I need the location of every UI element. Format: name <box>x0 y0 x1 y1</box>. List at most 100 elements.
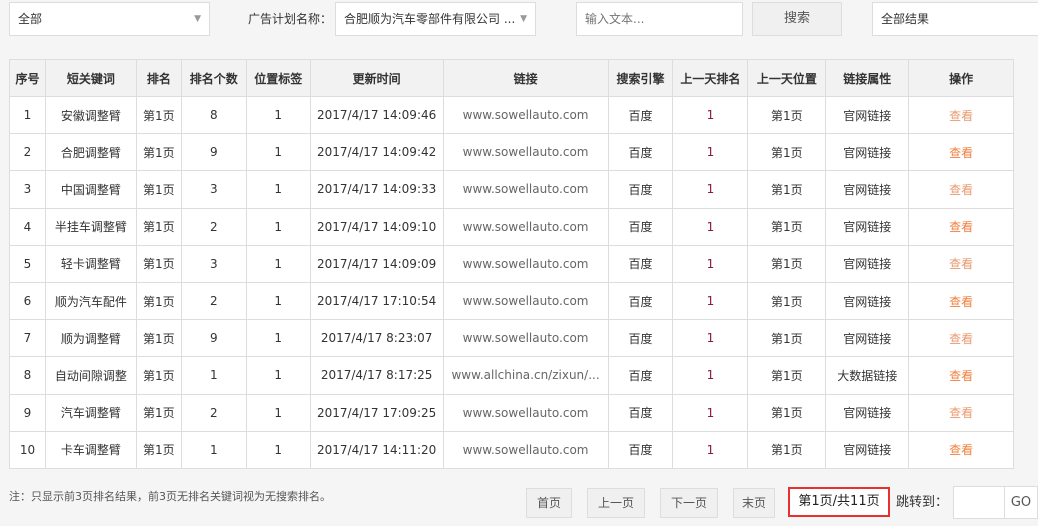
cell-position-tag: 1 <box>245 356 311 395</box>
cell-action[interactable]: 查看 <box>908 244 1014 283</box>
cell-action[interactable]: 查看 <box>908 170 1014 209</box>
cell-prev-day-position: 第1页 <box>747 430 827 469</box>
cell-search-engine: 百度 <box>607 133 674 172</box>
cell-position-tag: 1 <box>245 133 311 172</box>
cell-link: www.sowellauto.com <box>442 170 609 209</box>
cell-rank: 第1页 <box>135 393 182 432</box>
cell-search-engine: 百度 <box>607 319 674 358</box>
cell-prev-day-rank: 1 <box>672 319 749 358</box>
cell-action[interactable]: 查看 <box>908 430 1014 469</box>
jump-page-input[interactable] <box>953 486 1005 519</box>
cell-update-time: 2017/4/17 14:09:09 <box>309 244 444 283</box>
cell-prev-day-rank: 1 <box>672 244 749 283</box>
cell-rank-count: 1 <box>180 356 247 395</box>
cell-action[interactable]: 查看 <box>908 281 1014 321</box>
cell-keyword: 轻卡调整臂 <box>44 244 137 283</box>
cell-prev-day-position: 第1页 <box>747 207 827 246</box>
cell-position-tag: 1 <box>245 281 311 321</box>
cell-link: www.sowellauto.com <box>442 95 609 135</box>
cell-prev-day-rank: 1 <box>672 281 749 321</box>
cell-prev-day-rank: 1 <box>672 430 749 469</box>
cell-rank: 第1页 <box>135 170 182 209</box>
prev-page-button[interactable]: 上一页 <box>587 488 645 518</box>
cell-position-tag: 1 <box>245 95 311 135</box>
cell-update-time: 2017/4/17 14:09:46 <box>309 95 444 135</box>
cell-rank: 第1页 <box>135 281 182 321</box>
cell-rank: 第1页 <box>135 356 182 395</box>
cell-prev-day-position: 第1页 <box>747 319 827 358</box>
header-search-engine: 搜索引擎 <box>607 59 674 97</box>
cell-index: 6 <box>9 281 46 321</box>
cell-action[interactable]: 查看 <box>908 133 1014 172</box>
cell-rank-count: 9 <box>180 133 247 172</box>
cell-rank-count: 2 <box>180 281 247 321</box>
cell-index: 9 <box>9 393 46 432</box>
cell-action[interactable]: 查看 <box>908 207 1014 246</box>
header-link: 链接 <box>442 59 609 97</box>
cell-keyword: 自动间隙调整 <box>44 356 137 395</box>
cell-prev-day-position: 第1页 <box>747 244 827 283</box>
header-prev-day-rank: 上一天排名 <box>672 59 749 97</box>
cell-index: 7 <box>9 319 46 358</box>
cell-rank-count: 8 <box>180 95 247 135</box>
cell-rank: 第1页 <box>135 133 182 172</box>
next-page-button[interactable]: 下一页 <box>660 488 718 518</box>
cell-keyword: 顺为汽车配件 <box>44 281 137 321</box>
cell-update-time: 2017/4/17 17:09:25 <box>309 393 444 432</box>
cell-link: www.sowellauto.com <box>442 430 609 469</box>
header-update-time: 更新时间 <box>309 59 444 97</box>
cell-action[interactable]: 查看 <box>908 393 1014 432</box>
cell-keyword: 半挂车调整臂 <box>44 207 137 246</box>
table-row: 8 自动间隙调整 第1页 1 1 2017/4/17 8:17:25 www.allchin… <box>9 356 1014 395</box>
first-page-button[interactable]: 首页 <box>526 488 572 518</box>
cell-rank: 第1页 <box>135 207 182 246</box>
cell-rank-count: 2 <box>180 207 247 246</box>
cell-position-tag: 1 <box>245 430 311 469</box>
search-button[interactable]: 搜索 <box>752 2 842 36</box>
header-index: 序号 <box>9 59 46 97</box>
cell-update-time: 2017/4/17 17:10:54 <box>309 281 444 321</box>
cell-link: www.sowellauto.com <box>442 133 609 172</box>
cell-prev-day-rank: 1 <box>672 356 749 395</box>
table-row: 10 卡车调整臂 第1页 1 1 2017/4/17 14:11:20 www.sowell… <box>9 430 1014 469</box>
cell-prev-day-rank: 1 <box>672 207 749 246</box>
cell-keyword: 中国调整臂 <box>44 170 137 209</box>
cell-index: 1 <box>9 95 46 135</box>
cell-prev-day-position: 第1页 <box>747 95 827 135</box>
cell-link: www.sowellauto.com <box>442 393 609 432</box>
cell-link-type: 官网链接 <box>825 170 910 209</box>
cell-keyword: 卡车调整臂 <box>44 430 137 469</box>
cell-prev-day-rank: 1 <box>672 393 749 432</box>
cell-update-time: 2017/4/17 14:09:10 <box>309 207 444 246</box>
cell-position-tag: 1 <box>245 244 311 283</box>
cell-search-engine: 百度 <box>607 170 674 209</box>
cell-action[interactable]: 查看 <box>908 95 1014 135</box>
cell-search-engine: 百度 <box>607 207 674 246</box>
cell-rank: 第1页 <box>135 244 182 283</box>
cell-rank: 第1页 <box>135 319 182 358</box>
cell-update-time: 2017/4/17 14:09:33 <box>309 170 444 209</box>
table-row: 5 轻卡调整臂 第1页 3 1 2017/4/17 14:09:09 www.sowella… <box>9 244 1014 283</box>
cell-search-engine: 百度 <box>607 95 674 135</box>
search-input[interactable] <box>576 2 743 36</box>
go-button[interactable]: GO <box>1004 486 1038 519</box>
plan-select[interactable]: 合肥顺为汽车零部件有限公司 ... ▼ <box>335 2 536 36</box>
cell-action[interactable]: 查看 <box>908 356 1014 395</box>
cell-rank-count: 2 <box>180 393 247 432</box>
cell-position-tag: 1 <box>245 393 311 432</box>
cell-action[interactable]: 查看 <box>908 319 1014 358</box>
result-filter-select[interactable]: 全部结果 <box>872 2 1038 36</box>
cell-prev-day-position: 第1页 <box>747 356 827 395</box>
cell-position-tag: 1 <box>245 319 311 358</box>
cell-position-tag: 1 <box>245 207 311 246</box>
last-page-button[interactable]: 末页 <box>733 488 775 518</box>
cell-link-type: 官网链接 <box>825 281 910 321</box>
cell-rank: 第1页 <box>135 430 182 469</box>
cell-link-type: 官网链接 <box>825 207 910 246</box>
ranking-table: 序号 短关键词 排名 排名个数 位置标签 更新时间 链接 搜索引擎 上一天排名 上一天位置 链接属性… <box>9 59 1014 469</box>
header-rank: 排名 <box>135 59 182 97</box>
header-rank-count: 排名个数 <box>180 59 247 97</box>
cell-rank-count: 3 <box>180 170 247 209</box>
scope-select[interactable]: 全部 ▼ <box>9 2 210 36</box>
plan-label: 广告计划名称： <box>248 12 333 26</box>
